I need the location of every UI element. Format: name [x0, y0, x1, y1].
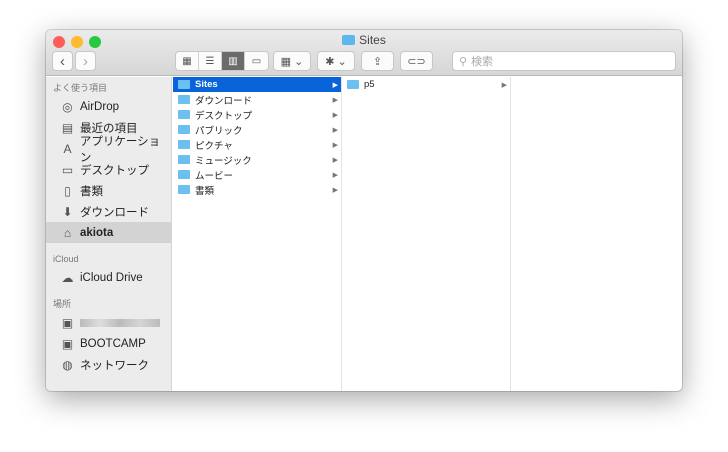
file-row[interactable]: ピクチャ ▶: [173, 137, 341, 152]
file-name: p5: [364, 79, 375, 90]
file-name: パブリック: [195, 125, 243, 137]
favorites-header: よく使う項目: [53, 83, 108, 93]
list-view-icon[interactable]: ☰: [199, 52, 222, 70]
sidebar-item-home[interactable]: ⌂ akiota: [46, 222, 171, 243]
documents-icon: ▯: [64, 183, 71, 198]
window-title: Sites: [46, 33, 682, 47]
file-name: デスクトップ: [195, 110, 253, 122]
disclosure-arrow-icon: ▶: [332, 171, 338, 179]
locations-header: 場所: [53, 299, 72, 309]
sidebar-item-bootcamp[interactable]: ▣ BOOTCAMP: [46, 333, 171, 354]
network-icon: ◍: [62, 357, 73, 372]
cloud-icon: ☁: [61, 270, 74, 285]
airdrop-icon: ◎: [62, 99, 73, 114]
icloud-header: iCloud: [53, 254, 79, 264]
file-name: ダウンロード: [195, 95, 253, 107]
disclosure-arrow-icon: ▶: [332, 141, 338, 149]
applications-icon: A: [63, 141, 72, 156]
search-field[interactable]: ⚲ 検索: [452, 51, 676, 71]
file-name: 書類: [195, 185, 215, 197]
disclosure-arrow-icon: ▶: [332, 96, 338, 104]
view-switcher[interactable]: ▦ ☰ ▥ ▭: [175, 51, 269, 71]
finder-window: Sites ‹ › ▦ ☰ ▥ ▭ ▦ ⌄ ✱ ⌄ ⇪ ⊂⊃ ⚲ 検索 よく使う項目 ◎…: [46, 30, 682, 391]
folder-icon: [178, 125, 190, 134]
disclosure-arrow-icon: ▶: [332, 126, 338, 134]
folder-icon: [178, 155, 190, 164]
folder-icon: [178, 185, 190, 194]
label: akiota: [80, 226, 114, 239]
disclosure-arrow-icon: ▶: [332, 156, 338, 164]
folder-icon: [178, 170, 190, 179]
disclosure-arrow-icon: ▶: [332, 186, 338, 194]
file-name: ミュージック: [195, 155, 252, 167]
file-row[interactable]: パブリック ▶: [173, 122, 341, 137]
file-name: Sites: [195, 79, 218, 90]
column-2: p5 ▶: [342, 77, 511, 391]
folder-icon: [178, 95, 190, 104]
file-row[interactable]: ムービー ▶: [173, 167, 341, 182]
sidebar: よく使う項目 ◎ AirDrop ▤ 最近の項目 A アプリケーション ▭ デスクトップ…: [46, 77, 172, 391]
sidebar-item-icloud-drive[interactable]: ☁ iCloud Drive: [46, 267, 171, 288]
tag-icon: ⊂⊃: [407, 55, 426, 68]
title-text: Sites: [359, 33, 386, 47]
disclosure-arrow-icon: ▶: [332, 81, 338, 89]
file-row[interactable]: ミュージック ▶: [173, 152, 341, 167]
disk-icon: ▣: [61, 315, 74, 330]
label: 書類: [80, 185, 103, 198]
file-row[interactable]: Sites ▶: [173, 77, 341, 92]
label: iCloud Drive: [80, 271, 143, 284]
sidebar-item-documents[interactable]: ▯ 書類: [46, 180, 171, 201]
sidebar-item-airdrop[interactable]: ◎ AirDrop: [46, 96, 171, 117]
file-row[interactable]: デスクトップ ▶: [173, 107, 341, 122]
back-button[interactable]: ‹: [52, 51, 73, 71]
label: ネットワーク: [80, 359, 149, 372]
group-button[interactable]: ▦ ⌄: [273, 51, 311, 71]
folder-icon: [178, 140, 190, 149]
folder-icon: [178, 110, 190, 119]
search-placeholder: 検索: [471, 56, 494, 68]
disclosure-arrow-icon: ▶: [501, 81, 507, 89]
download-icon: ⬇: [62, 204, 73, 219]
disk-icon: ▣: [61, 336, 74, 351]
gear-icon: ✱ ⌄: [325, 55, 347, 68]
folder-icon: [178, 80, 190, 89]
column-1: Sites ▶ ダウンロード ▶ デスクトップ ▶ パブリック ▶ ピクチャ ▶ ミュージック ▶ ムー…: [173, 77, 342, 391]
desktop-icon: ▭: [61, 162, 74, 177]
file-name: ムービー: [195, 170, 234, 182]
group-icon: ▦ ⌄: [280, 55, 304, 68]
recents-icon: ▤: [61, 120, 74, 135]
sidebar-item-applications[interactable]: A アプリケーション: [46, 136, 171, 164]
forward-button[interactable]: ›: [75, 51, 96, 71]
label: AirDrop: [80, 100, 119, 113]
tag-button[interactable]: ⊂⊃: [400, 51, 433, 71]
file-name: ピクチャ: [195, 140, 233, 152]
toolbar: Sites ‹ › ▦ ☰ ▥ ▭ ▦ ⌄ ✱ ⌄ ⇪ ⊂⊃ ⚲ 検索: [46, 30, 682, 76]
label: アプリケーション: [79, 135, 161, 164]
disclosure-arrow-icon: ▶: [332, 111, 338, 119]
share-button[interactable]: ⇪: [361, 51, 394, 71]
gallery-view-icon[interactable]: ▭: [245, 52, 268, 70]
label: BOOTCAMP: [80, 337, 146, 350]
folder-icon: [342, 35, 356, 45]
file-row[interactable]: p5 ▶: [342, 77, 510, 92]
blurred-disk-name: [80, 318, 160, 327]
home-icon: ⌂: [63, 225, 72, 240]
sidebar-item-network[interactable]: ◍ ネットワーク: [46, 354, 171, 375]
action-button[interactable]: ✱ ⌄: [317, 51, 355, 71]
folder-icon: [347, 80, 359, 89]
sidebar-item-disk[interactable]: ▣: [46, 312, 171, 333]
file-row[interactable]: ダウンロード ▶: [173, 92, 341, 107]
label: デスクトップ: [80, 164, 149, 177]
column-view-icon[interactable]: ▥: [222, 52, 245, 70]
icon-view-icon[interactable]: ▦: [176, 52, 199, 70]
label: ダウンロード: [80, 206, 149, 219]
file-row[interactable]: 書類 ▶: [173, 182, 341, 197]
sidebar-item-downloads[interactable]: ⬇ ダウンロード: [46, 201, 171, 222]
search-icon: ⚲: [459, 55, 468, 68]
share-icon: ⇪: [372, 55, 383, 68]
